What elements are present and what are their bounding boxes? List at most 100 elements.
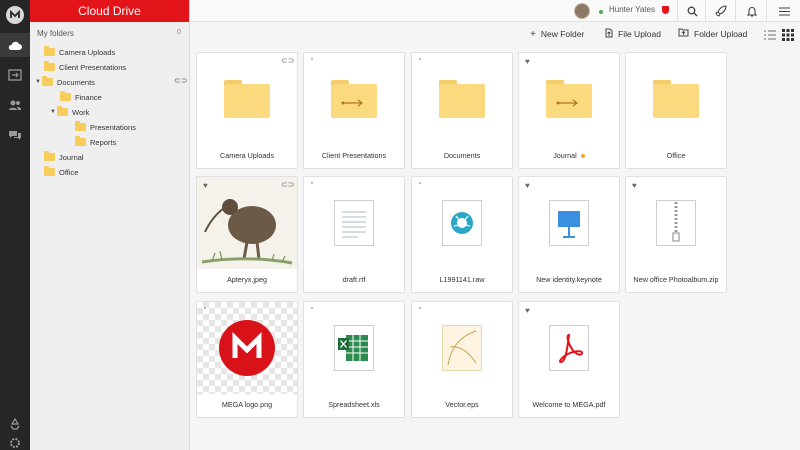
tree-item-label: Work bbox=[72, 107, 90, 117]
avatar[interactable] bbox=[574, 3, 590, 19]
search-icon[interactable] bbox=[683, 2, 701, 20]
tree-item-label: Journal bbox=[59, 152, 84, 162]
tree-item-documents[interactable]: ▼ Documents bbox=[34, 75, 95, 89]
file-name: Camera Uploads bbox=[220, 151, 274, 160]
mega-logo-image bbox=[197, 302, 297, 394]
file-name: New office Photoalbum.zip bbox=[633, 275, 719, 284]
divider bbox=[677, 0, 678, 22]
tree-item-reports[interactable]: Reports bbox=[75, 135, 116, 149]
folder-icon bbox=[75, 121, 86, 131]
file-card-office[interactable]: Office bbox=[625, 52, 727, 169]
folder-icon bbox=[44, 46, 55, 56]
file-name: Office bbox=[666, 151, 686, 160]
file-card-apteryx[interactable]: ♥ ⊂⊃ Apteryx.jpeg bbox=[196, 176, 298, 293]
divider bbox=[766, 0, 767, 22]
file-card-vector[interactable]: Vector.eps bbox=[411, 301, 513, 418]
tree-item-office[interactable]: Office bbox=[44, 165, 78, 179]
grid-view-icon[interactable] bbox=[782, 28, 794, 41]
file-card-documents[interactable]: Documents bbox=[411, 52, 513, 169]
left-rail bbox=[0, 0, 30, 450]
vector-file-icon bbox=[412, 302, 512, 394]
zip-file-icon bbox=[626, 177, 726, 269]
pdf-file-icon bbox=[519, 302, 619, 394]
chat-icon[interactable] bbox=[0, 123, 30, 147]
file-card-client-presentations[interactable]: Client Presentations bbox=[303, 52, 405, 169]
file-name: Journal bbox=[553, 151, 577, 160]
file-card-spreadsheet[interactable]: Spreadsheet.xls bbox=[303, 301, 405, 418]
folder-upload-button[interactable]: Folder Upload bbox=[678, 27, 747, 41]
settings-icon[interactable] bbox=[0, 436, 30, 450]
my-folders-badge: 0 bbox=[177, 29, 181, 36]
folder-icon bbox=[44, 61, 55, 71]
heart-icon[interactable]: ♥ bbox=[203, 181, 208, 190]
tree-item-camera-uploads[interactable]: Camera Uploads bbox=[44, 45, 115, 59]
raw-file-icon bbox=[412, 177, 512, 269]
kiwi-bird-image bbox=[197, 177, 297, 269]
tree-item-label: Finance bbox=[75, 92, 102, 102]
list-view-icon[interactable] bbox=[764, 28, 776, 40]
tree-item-finance[interactable]: Finance bbox=[60, 90, 102, 104]
folder-icon bbox=[60, 91, 71, 101]
menu-icon[interactable] bbox=[775, 2, 793, 20]
status-dot bbox=[204, 307, 206, 309]
folder-icon bbox=[412, 53, 512, 145]
folder-icon bbox=[57, 106, 68, 116]
text-file-icon bbox=[304, 177, 404, 269]
file-card-pdf[interactable]: ♥ Welcome to MEGA.pdf bbox=[518, 301, 620, 418]
shield-icon[interactable] bbox=[662, 6, 669, 14]
file-name: Vector.eps bbox=[445, 400, 479, 409]
cloud-drive-title[interactable]: Cloud Drive bbox=[30, 0, 189, 22]
expand-arrow-icon[interactable]: ▼ bbox=[34, 79, 42, 85]
file-upload-button[interactable]: File Upload bbox=[605, 27, 661, 41]
file-upload-icon bbox=[605, 28, 613, 41]
file-name: Client Presentations bbox=[321, 151, 387, 160]
file-card-raw[interactable]: L1991141.raw bbox=[411, 176, 513, 293]
tree-item-work[interactable]: ▼ Work bbox=[49, 105, 89, 119]
tree-item-label: Client Presentations bbox=[59, 62, 127, 72]
mega-logo-icon[interactable] bbox=[6, 6, 24, 24]
file-name: Documents bbox=[443, 151, 481, 160]
cloud-drive-icon[interactable] bbox=[0, 33, 30, 57]
tree-item-journal[interactable]: Journal bbox=[44, 150, 84, 164]
file-card-keynote[interactable]: ♥ New identity.keynote bbox=[518, 176, 620, 293]
rocket-icon[interactable] bbox=[712, 2, 730, 20]
file-card-camera-uploads[interactable]: ⊂⊃ Camera Uploads bbox=[196, 52, 298, 169]
keynote-file-icon bbox=[519, 177, 619, 269]
folder-icon bbox=[75, 136, 86, 146]
tree-item-presentations[interactable]: Presentations bbox=[75, 120, 136, 134]
transfers-icon[interactable] bbox=[0, 63, 30, 87]
file-card-journal[interactable]: ♥ Journal bbox=[518, 52, 620, 169]
tree-item-label: Camera Uploads bbox=[59, 47, 116, 57]
expand-arrow-icon[interactable]: ▼ bbox=[49, 109, 57, 115]
file-card-draft[interactable]: draft.rtf bbox=[303, 176, 405, 293]
folder-upload-icon bbox=[678, 28, 689, 40]
file-name: Welcome to MEGA.pdf bbox=[532, 400, 606, 409]
file-card-zip[interactable]: ♥ New office Photoalbum.zip bbox=[625, 176, 727, 293]
label-dot-icon bbox=[580, 154, 585, 159]
folder-tree-panel: Cloud Drive My folders 0 Camera Uploads … bbox=[30, 0, 190, 450]
folder-icon bbox=[197, 53, 297, 145]
user-name[interactable]: Hunter Yates bbox=[609, 5, 655, 14]
tree-item-client-presentations[interactable]: Client Presentations bbox=[44, 60, 126, 74]
new-folder-label: New Folder bbox=[540, 29, 585, 39]
new-folder-button[interactable]: + New Folder bbox=[530, 27, 584, 41]
shared-folder-icon bbox=[304, 53, 404, 145]
tree-item-label: Office bbox=[59, 167, 79, 177]
plus-icon: + bbox=[530, 28, 536, 40]
file-name-row: Journal bbox=[519, 151, 619, 160]
file-name: Apteryx.jpeg bbox=[227, 275, 267, 284]
contacts-icon[interactable] bbox=[0, 93, 30, 117]
my-folders-header: My folders bbox=[37, 29, 74, 38]
file-upload-label: File Upload bbox=[618, 29, 661, 39]
file-card-mega-logo[interactable]: MEGA logo.png bbox=[196, 301, 298, 418]
app-window: Cloud Drive My folders 0 Camera Uploads … bbox=[0, 0, 800, 450]
link-icon: ⊂⊃ bbox=[281, 180, 295, 189]
tree-item-label: Presentations bbox=[90, 122, 136, 132]
rubbish-bin-icon[interactable] bbox=[0, 412, 30, 436]
folder-icon bbox=[42, 76, 53, 86]
folder-icon bbox=[44, 166, 55, 176]
bell-icon[interactable] bbox=[743, 2, 761, 20]
file-name: L1991141.raw bbox=[439, 275, 485, 284]
file-name: Spreadsheet.xls bbox=[328, 400, 380, 409]
action-toolbar: + New Folder File Upload Folder Upload bbox=[190, 22, 800, 46]
